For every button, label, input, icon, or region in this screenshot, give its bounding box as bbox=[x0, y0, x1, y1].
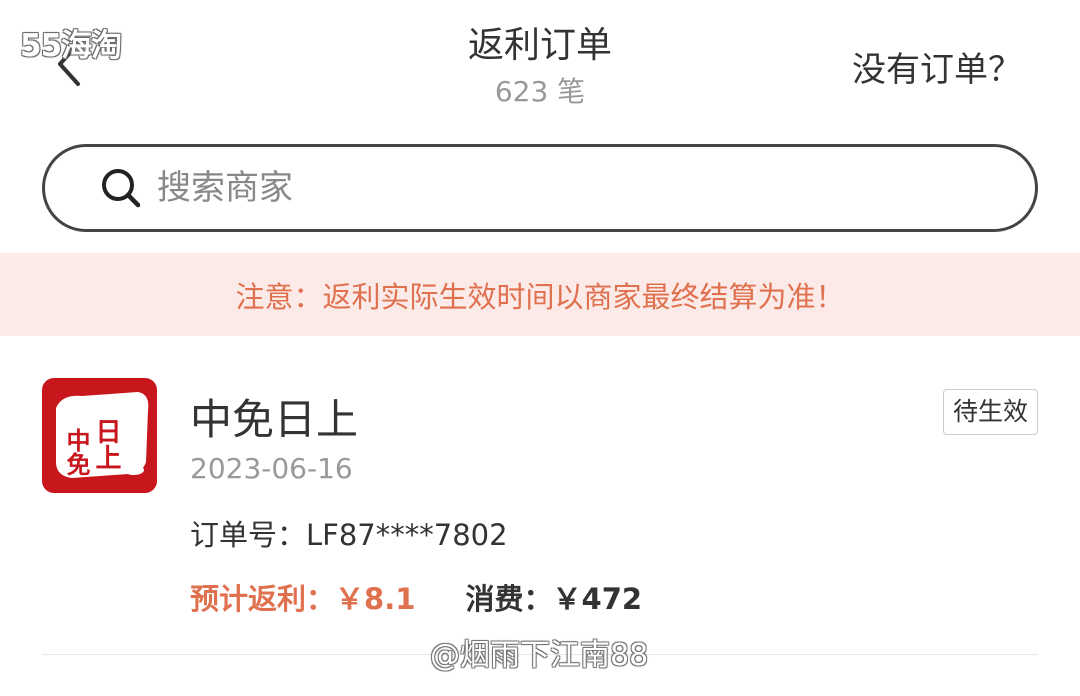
watermark-text-bottom: @烟雨下江南88 bbox=[430, 638, 649, 673]
order-number-value: LF87****7802 bbox=[306, 518, 508, 552]
order-number-label: 订单号： bbox=[190, 518, 307, 552]
status-badge: 待生效 bbox=[942, 389, 1038, 435]
search-box[interactable] bbox=[42, 144, 1038, 232]
order-amounts: 预计返利：￥8.1 消费：￥472 bbox=[190, 576, 642, 618]
no-order-link[interactable]: 没有订单？ bbox=[852, 42, 1022, 91]
search-icon bbox=[102, 169, 141, 208]
spend-value: ￥472 bbox=[552, 582, 643, 616]
order-date: 2023-06-16 bbox=[190, 452, 353, 485]
notice-banner: 注意：返利实际生效时间以商家最终结算为准！ bbox=[0, 253, 1080, 336]
logo-text-right: 日上 bbox=[91, 418, 121, 470]
merchant-logo: 日上 中免 bbox=[42, 378, 157, 493]
logo-text-left: 中免 bbox=[62, 428, 90, 476]
merchant-name: 中免日上 bbox=[190, 395, 359, 444]
order-item[interactable]: 日上 中免 中免日上 待生效 2023-06-16 订单号：LF87****78… bbox=[0, 336, 1080, 656]
spend-label: 消费： bbox=[465, 582, 553, 616]
spend-amount: 消费：￥472 bbox=[466, 582, 643, 616]
search-input[interactable] bbox=[157, 168, 917, 208]
orders-page: 55海淘 返利订单 623 笔 没有订单？ 注意：返利实际生效时间以商家最终结算… bbox=[0, 0, 1080, 696]
order-number: 订单号：LF87****7802 bbox=[190, 512, 508, 554]
rebate-label: 预计返利： bbox=[190, 582, 336, 616]
rebate-value: ￥8.1 bbox=[335, 582, 416, 616]
rebate-amount: 预计返利：￥8.1 bbox=[190, 582, 426, 616]
